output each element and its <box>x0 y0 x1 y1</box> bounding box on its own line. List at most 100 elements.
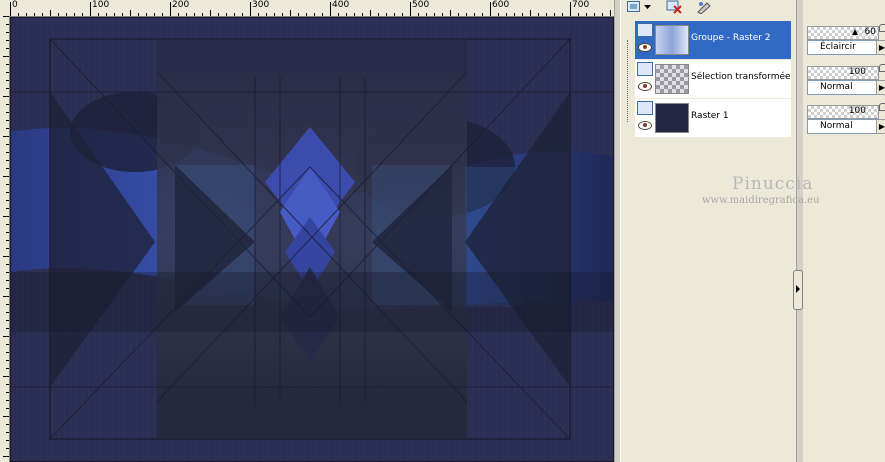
ruler-tick <box>6 152 9 153</box>
opacity-value: 100 <box>848 67 866 77</box>
layer-name: Sélection transformée <box>691 72 791 82</box>
ruler-tick <box>6 208 9 209</box>
lock-icon[interactable] <box>879 64 885 72</box>
ruler-tick <box>234 13 235 16</box>
layer-type-icon <box>637 101 653 115</box>
ruler-tick <box>6 80 9 81</box>
ruler-tick <box>6 160 9 161</box>
opacity-slider[interactable]: 60 <box>807 26 879 40</box>
ruler-tick <box>6 104 9 105</box>
dropdown-arrow-icon[interactable]: ▶ <box>876 119 885 134</box>
opacity-thumb-icon[interactable] <box>852 29 858 35</box>
layer-row-selection-transformee[interactable]: Sélection transformée <box>635 60 791 98</box>
opacity-value: 60 <box>864 27 876 37</box>
new-layer-icon[interactable] <box>625 0 643 14</box>
delete-layer-icon[interactable] <box>665 0 683 14</box>
ruler-tick <box>6 424 9 425</box>
ruler-tick <box>26 13 27 16</box>
layer-props-selection-transformee: 100 Normal ▶ <box>805 62 885 98</box>
dropdown-arrow-icon[interactable]: ▶ <box>876 40 885 55</box>
ruler-tick <box>418 13 419 16</box>
ruler-tick <box>58 13 59 16</box>
ruler-tick <box>498 13 499 16</box>
blend-mode-value: Normal <box>820 82 853 92</box>
ruler-label: 300 <box>252 0 270 10</box>
layer-props-groupe-raster-2: 60 Éclaircir ▶ <box>805 22 885 58</box>
lock-icon[interactable] <box>879 103 885 111</box>
ruler-tick <box>570 2 571 16</box>
ruler-tick <box>6 128 9 129</box>
blend-mode-select[interactable]: Normal ▶ <box>807 119 885 134</box>
canvas-image <box>10 17 614 462</box>
ruler-tick <box>6 24 9 25</box>
ruler-tick <box>210 10 211 16</box>
ruler-label: 600 <box>492 0 510 10</box>
ruler-tick <box>90 2 91 16</box>
horizontal-ruler: 0 100 200 300 400 500 600 700 <box>0 0 614 17</box>
ruler-tick <box>6 288 9 289</box>
ruler-tick <box>442 13 443 16</box>
layer-properties-icon[interactable] <box>695 0 713 14</box>
ruler-tick <box>178 13 179 16</box>
ruler-tick <box>402 13 403 16</box>
ruler-tick <box>6 384 9 385</box>
blend-mode-select[interactable]: Normal ▶ <box>807 80 885 95</box>
ruler-tick <box>3 456 9 457</box>
ruler-tick <box>18 13 19 16</box>
ruler-tick <box>6 200 9 201</box>
ruler-tick <box>6 280 9 281</box>
ruler-tick <box>546 13 547 16</box>
ruler-label: 500 <box>412 0 430 10</box>
blend-mode-select[interactable]: Éclaircir ▶ <box>807 40 885 55</box>
watermark-title: Pinuccia <box>732 174 814 194</box>
ruler-tick <box>6 248 9 249</box>
ruler-tick <box>6 408 9 409</box>
ruler-tick <box>10 2 11 16</box>
ruler-tick <box>370 10 371 16</box>
ruler-tick <box>306 13 307 16</box>
ruler-tick <box>34 13 35 16</box>
lock-icon[interactable] <box>879 24 885 32</box>
ruler-tick <box>98 13 99 16</box>
ruler-tick <box>586 13 587 16</box>
ruler-tick <box>3 176 9 177</box>
image-canvas[interactable] <box>10 17 614 462</box>
ruler-tick <box>3 136 9 137</box>
ruler-tick <box>6 120 9 121</box>
ruler-tick <box>258 13 259 16</box>
layer-row-groupe-raster-2[interactable]: Groupe - Raster 2 <box>635 21 791 59</box>
panel-collapse-grip[interactable] <box>793 270 803 310</box>
ruler-tick <box>3 336 9 337</box>
ruler-tick <box>6 368 9 369</box>
ruler-tick <box>186 13 187 16</box>
visibility-eye-icon[interactable] <box>638 43 652 52</box>
ruler-tick <box>74 13 75 16</box>
opacity-slider[interactable]: 100 <box>807 66 879 80</box>
vertical-ruler <box>0 16 10 462</box>
layer-row-raster-1[interactable]: Raster 1 <box>635 99 791 137</box>
dropdown-icon[interactable] <box>643 0 651 14</box>
dropdown-arrow-icon[interactable]: ▶ <box>876 80 885 95</box>
visibility-eye-icon[interactable] <box>638 82 652 91</box>
ruler-tick <box>426 13 427 16</box>
ruler-tick <box>3 296 9 297</box>
ruler-tick <box>298 13 299 16</box>
opacity-slider[interactable]: 100 <box>807 105 879 119</box>
ruler-tick <box>6 352 9 353</box>
ruler-tick <box>450 10 451 16</box>
layer-properties-panel: 60 Éclaircir ▶ 100 Normal ▶ 100 Normal ▶ <box>803 0 885 462</box>
ruler-tick <box>410 2 411 16</box>
ruler-tick <box>6 344 9 345</box>
ruler-tick <box>6 312 9 313</box>
ruler-tick <box>154 13 155 16</box>
ruler-tick <box>6 224 9 225</box>
visibility-eye-icon[interactable] <box>638 121 652 130</box>
ruler-tick <box>122 13 123 16</box>
ruler-tick <box>434 13 435 16</box>
ruler-tick <box>522 13 523 16</box>
ruler-tick <box>82 13 83 16</box>
ruler-tick <box>6 192 9 193</box>
ruler-tick <box>3 96 9 97</box>
layer-name: Groupe - Raster 2 <box>691 33 771 43</box>
ruler-tick <box>386 13 387 16</box>
